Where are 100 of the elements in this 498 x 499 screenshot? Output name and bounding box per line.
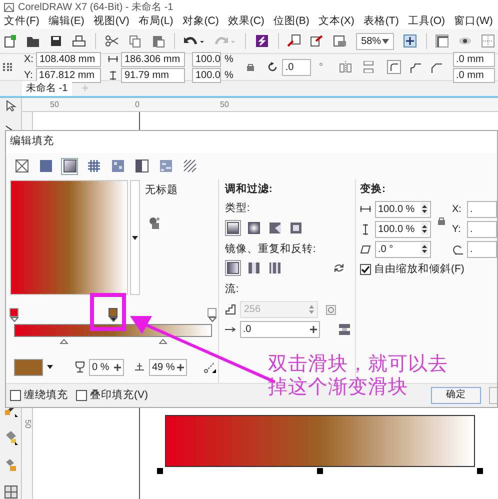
menu-item[interactable]: 布局(L) [138,14,174,30]
menu-item[interactable]: 对象(C) [182,14,219,30]
height-field[interactable]: 91.79 mm [121,68,186,82]
folder-icon[interactable] [26,34,40,48]
fill-type-tab[interactable] [13,158,30,174]
selection-handle[interactable] [317,468,323,474]
paste-icon[interactable] [150,34,165,48]
midpoint-handle[interactable] [158,339,166,344]
fill-type-tab[interactable] [37,158,54,174]
round-corner-icon[interactable] [387,60,401,74]
transform-field[interactable]: .0 ° [374,240,431,258]
section-heading: 变换: [360,182,386,197]
chamfer-corner-icon[interactable] [430,60,443,74]
goblet-icon [75,361,85,373]
plus-icon[interactable] [177,364,184,370]
plus-icon[interactable] [114,364,121,370]
lock-icon[interactable] [247,63,254,71]
swap-icon[interactable] [333,263,346,274]
document-tab[interactable]: 未命名 -1 [22,81,72,96]
corner-radius-field[interactable]: .0 mm [453,52,495,66]
free-transform-icon[interactable] [204,361,216,373]
mirror-mode-button[interactable] [246,260,262,276]
width-icon [108,55,118,63]
menu-item[interactable]: 视图(V) [93,14,130,30]
menu-item[interactable]: 效果(C) [228,14,264,30]
mirror-horizontal-icon[interactable] [339,61,352,73]
offset-field[interactable]: . [466,200,497,218]
print-icon[interactable] [72,34,86,48]
spinner-icon[interactable] [420,223,428,236]
menu-item[interactable]: 编辑(E) [48,14,84,30]
rotation-field[interactable]: .0 [282,58,311,76]
mesh-icon[interactable] [4,485,18,499]
menu-item[interactable]: 表格(T) [363,14,399,30]
gradient-type-button[interactable] [246,220,262,236]
pointer-icon[interactable] [4,100,16,112]
color-stop[interactable] [10,308,18,317]
new-document-icon[interactable] [3,34,17,48]
offset-field[interactable]: . [466,240,497,258]
spinner-icon[interactable] [420,203,428,216]
caret-icon [47,365,53,369]
grid-icon [3,62,12,72]
fill-type-tab[interactable] [181,158,198,174]
dialog-title: 编辑填充 [10,134,54,150]
color-stop[interactable] [108,308,118,317]
gradient-type-button[interactable] [288,220,304,236]
selection-handle[interactable] [477,468,483,474]
field-label: X: [452,202,462,217]
transform-field[interactable]: 100.0 % [374,220,431,238]
scissors-icon[interactable] [104,34,119,48]
export-icon[interactable] [310,34,324,48]
menu-item[interactable]: 窗口(W) [454,14,493,30]
save-icon[interactable] [49,34,63,48]
fit-page-icon[interactable] [402,34,417,48]
ruler-number: 50 [220,99,230,111]
zoom-field[interactable]: 58% [356,32,394,50]
mirror-mode-button[interactable] [224,260,241,276]
ok-button[interactable]: 确定 [431,387,481,404]
corner-radius-field[interactable]: .0 mm [453,68,495,82]
fill-type-tab[interactable] [133,158,150,174]
checkbox[interactable] [360,264,371,276]
x-position-field[interactable]: 108.408 mm [36,52,102,66]
checkbox[interactable] [76,390,87,401]
gradient-type-button[interactable] [224,220,241,236]
lock-ratio-icon[interactable] [438,216,445,225]
offset-field[interactable]: . [466,220,497,238]
field-label: 流: [224,282,240,298]
menu-item[interactable]: 位图(B) [273,14,310,30]
snap-icon[interactable] [481,34,496,48]
scale-y-field[interactable]: 100.0 [192,68,222,82]
midpoint-handle[interactable] [60,339,68,344]
acceleration-field[interactable]: .0 [240,321,320,338]
gradient-type-button[interactable] [266,220,283,236]
menu-item[interactable]: 工具(O) [408,14,446,30]
mirror-mode-button[interactable] [266,260,283,276]
selection-handle[interactable] [157,468,163,474]
stop-pointer-icon[interactable] [109,317,117,322]
fill-type-tab[interactable] [61,158,78,174]
copy-icon[interactable] [128,34,142,48]
transparency-field[interactable]: 0 % [89,358,124,376]
menu-item[interactable]: 文本(X) [318,14,354,30]
caret-icon [132,236,138,240]
fill-type-tab[interactable] [85,158,102,174]
field-label: Y: [24,68,33,82]
checkbox[interactable] [10,390,21,401]
color-picker-button[interactable] [14,357,53,377]
rotate-icon [268,62,278,72]
plus-icon[interactable] [310,326,317,333]
midpoint-field[interactable]: 49 % [149,358,187,376]
unit-label: % [224,68,234,82]
import-icon[interactable] [287,34,302,48]
ruler-number: 50 [50,99,60,111]
y-position-field[interactable]: 167.812 mm [36,68,101,82]
transform-field[interactable]: 100.0 % [374,200,431,218]
width-field[interactable]: 186.306 mm [121,52,186,66]
fill-type-tab[interactable] [109,158,126,174]
spinner-icon[interactable] [420,243,428,256]
scalloped-corner-icon[interactable] [409,60,422,74]
scale-x-field[interactable]: 100.0 [192,52,222,66]
menu-item[interactable]: 文件(F) [4,14,40,30]
mirror-vertical-icon[interactable] [362,61,375,73]
